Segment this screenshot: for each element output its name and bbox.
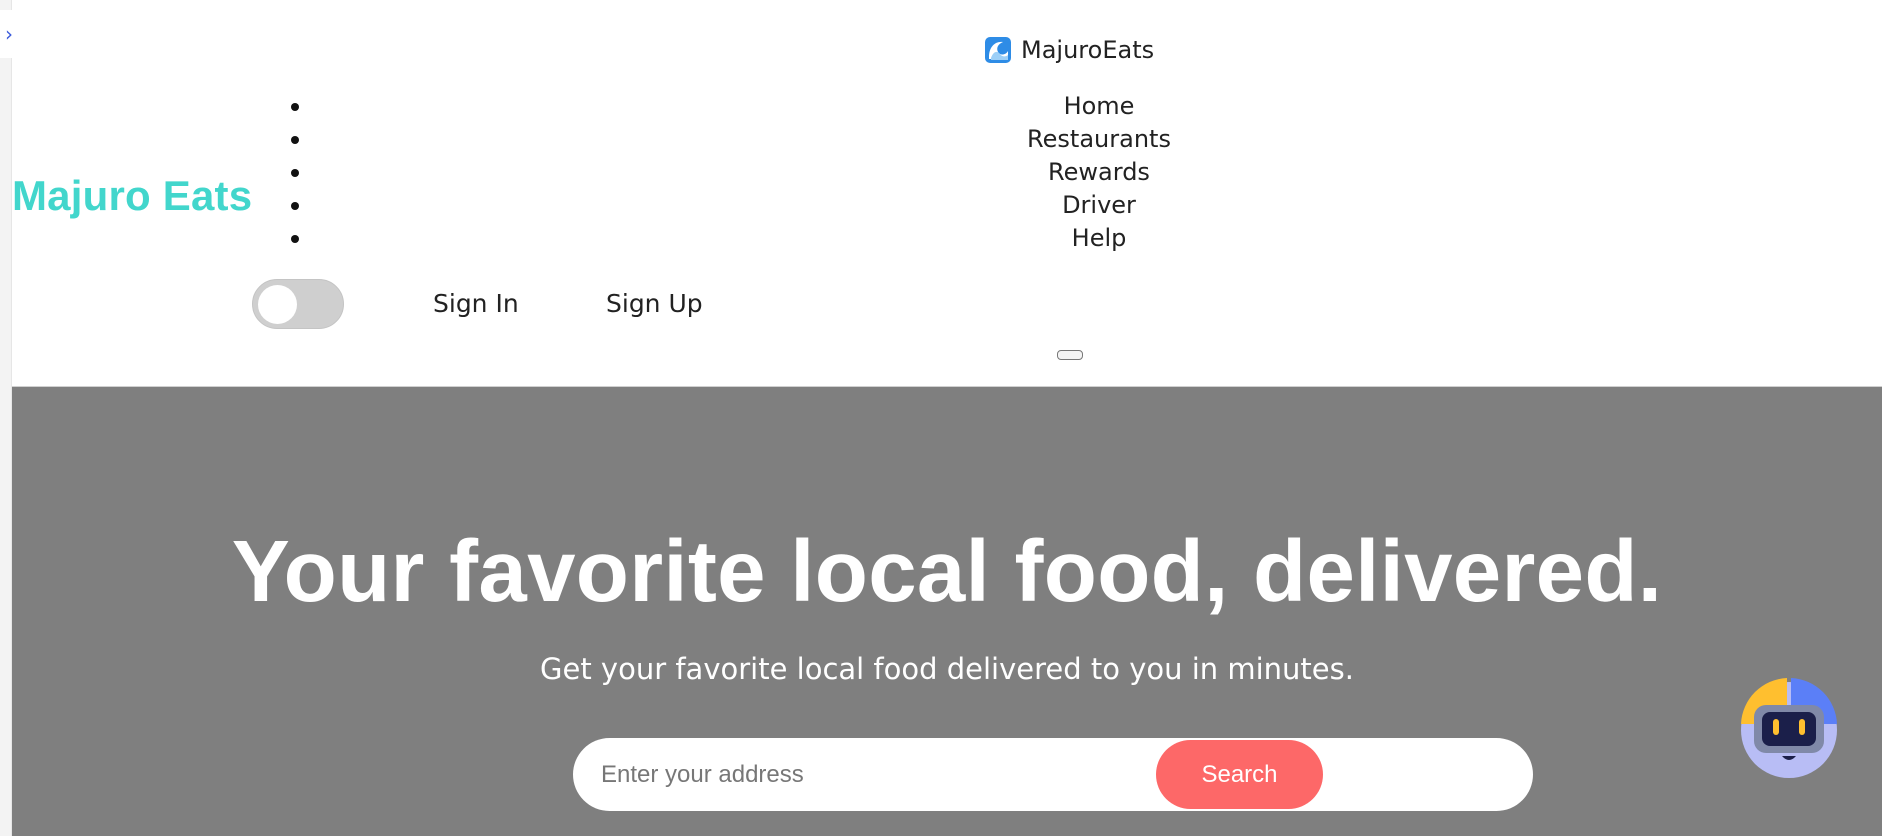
- list-bullet: [291, 202, 299, 210]
- sign-up-link[interactable]: Sign Up: [606, 288, 703, 320]
- nav-item-driver: Driver: [12, 189, 1882, 222]
- list-bullet: [291, 235, 299, 243]
- nav-item-rewards: Rewards: [12, 156, 1882, 189]
- app-name: MajuroEats: [1021, 36, 1155, 64]
- app-brand[interactable]: MajuroEats: [985, 30, 1154, 70]
- hero-title: Your favorite local food, delivered.: [231, 523, 1663, 620]
- robot-icon[interactable]: [1737, 672, 1842, 780]
- list-bullet: [291, 169, 299, 177]
- theme-toggle[interactable]: [252, 279, 344, 329]
- drag-handle[interactable]: [1057, 350, 1083, 360]
- nav-link-restaurants[interactable]: Restaurants: [1027, 123, 1171, 155]
- sign-in-link[interactable]: Sign In: [433, 288, 519, 320]
- nav-link-home[interactable]: Home: [1064, 90, 1135, 122]
- nav-item-home: Home: [12, 90, 1882, 123]
- site-header: MajuroEats Majuro Eats Home Restaurants …: [12, 0, 1882, 387]
- main-nav: Home Restaurants Rewards Driver Help: [12, 90, 1882, 255]
- address-input[interactable]: [601, 738, 1141, 811]
- nav-link-rewards[interactable]: Rewards: [1048, 156, 1150, 188]
- nav-link-driver[interactable]: Driver: [1062, 189, 1136, 221]
- wave-icon: [985, 37, 1011, 63]
- search-button[interactable]: Search: [1156, 740, 1323, 809]
- nav-item-restaurants: Restaurants: [12, 123, 1882, 156]
- left-sidebar-strip: [0, 0, 12, 836]
- toggle-knob: [258, 285, 297, 324]
- hero-subtitle: Get your favorite local food delivered t…: [540, 652, 1354, 686]
- hero-section: Your favorite local food, delivered. Get…: [12, 387, 1882, 836]
- list-bullet: [291, 136, 299, 144]
- nav-item-help: Help: [12, 222, 1882, 255]
- address-search-bar: Search: [573, 738, 1533, 811]
- nav-link-help[interactable]: Help: [1072, 222, 1127, 254]
- list-bullet: [291, 103, 299, 111]
